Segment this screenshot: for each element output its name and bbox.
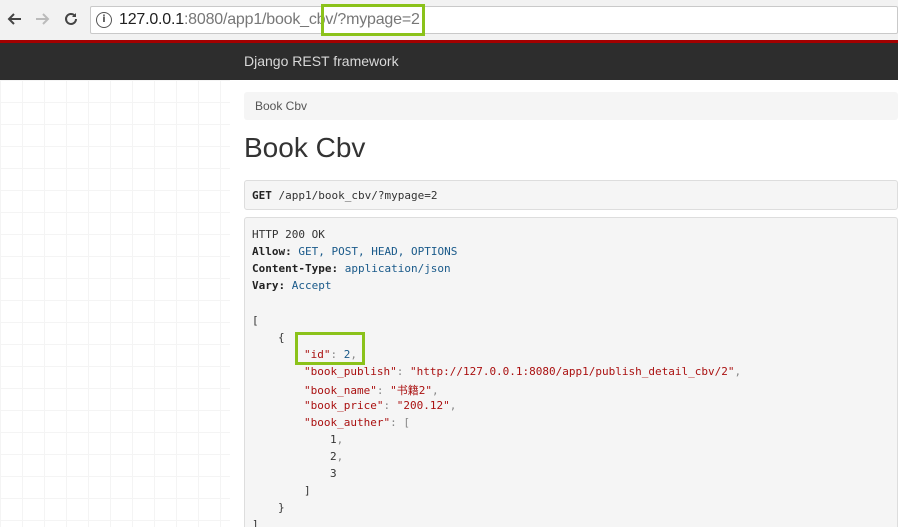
request-method: GET (252, 189, 272, 202)
reload-icon (65, 12, 77, 25)
response-status: HTTP 200 OK (252, 228, 325, 241)
json-auther-item: 2, (330, 450, 344, 463)
request-path: /app1/book_cbv/?mypage=2 (278, 189, 438, 202)
page-title: Book Cbv (244, 132, 366, 163)
url-host: 127.0.0.1 (119, 11, 184, 28)
response-info: HTTP 200 OK Allow: GET, POST, HEAD, OPTI… (244, 217, 898, 527)
browser-toolbar: i 127.0.0.1:8080/app1/book_cbv/?mypage=2 (0, 0, 898, 40)
json-book-name: "book_name": "书籍2", (304, 384, 439, 397)
json-book-auther: "book_auther": [ (304, 416, 410, 429)
json-close-brace: } (278, 501, 285, 514)
navbar-brand[interactable]: Django REST framework (244, 53, 399, 69)
breadcrumb: Book Cbv (244, 92, 898, 120)
url-path: :8080/app1/book_cbv (183, 11, 334, 28)
url-query-highlight (321, 4, 425, 36)
forward-arrow-icon (36, 13, 50, 25)
json-auther-close: ] (304, 484, 311, 497)
forward-button[interactable] (31, 8, 53, 30)
back-arrow-icon (7, 13, 21, 25)
json-auther-item: 3 (330, 467, 337, 480)
json-book-publish: "book_publish": "http://127.0.0.1:8080/a… (304, 365, 742, 378)
request-info: GET /app1/book_cbv/?mypage=2 (244, 180, 898, 210)
json-book-price: "book_price": "200.12", (304, 399, 457, 412)
navbar: Django REST framework (0, 43, 898, 80)
header-content-type: Content-Type: application/json (252, 262, 451, 275)
background-grid (0, 80, 230, 527)
json-open-bracket: [ (252, 314, 259, 327)
id-highlight (295, 332, 365, 365)
breadcrumb-item[interactable]: Book Cbv (255, 99, 307, 113)
back-button[interactable] (4, 8, 26, 30)
header-allow: Allow: GET, POST, HEAD, OPTIONS (252, 245, 458, 258)
json-close-bracket: ] (252, 518, 259, 527)
json-open-brace: { (278, 331, 285, 344)
reload-button[interactable] (60, 8, 82, 30)
address-bar[interactable]: i 127.0.0.1:8080/app1/book_cbv/?mypage=2 (90, 6, 898, 34)
json-auther-item: 1, (330, 433, 344, 446)
header-vary: Vary: Accept (252, 279, 332, 292)
info-icon[interactable]: i (96, 12, 112, 28)
